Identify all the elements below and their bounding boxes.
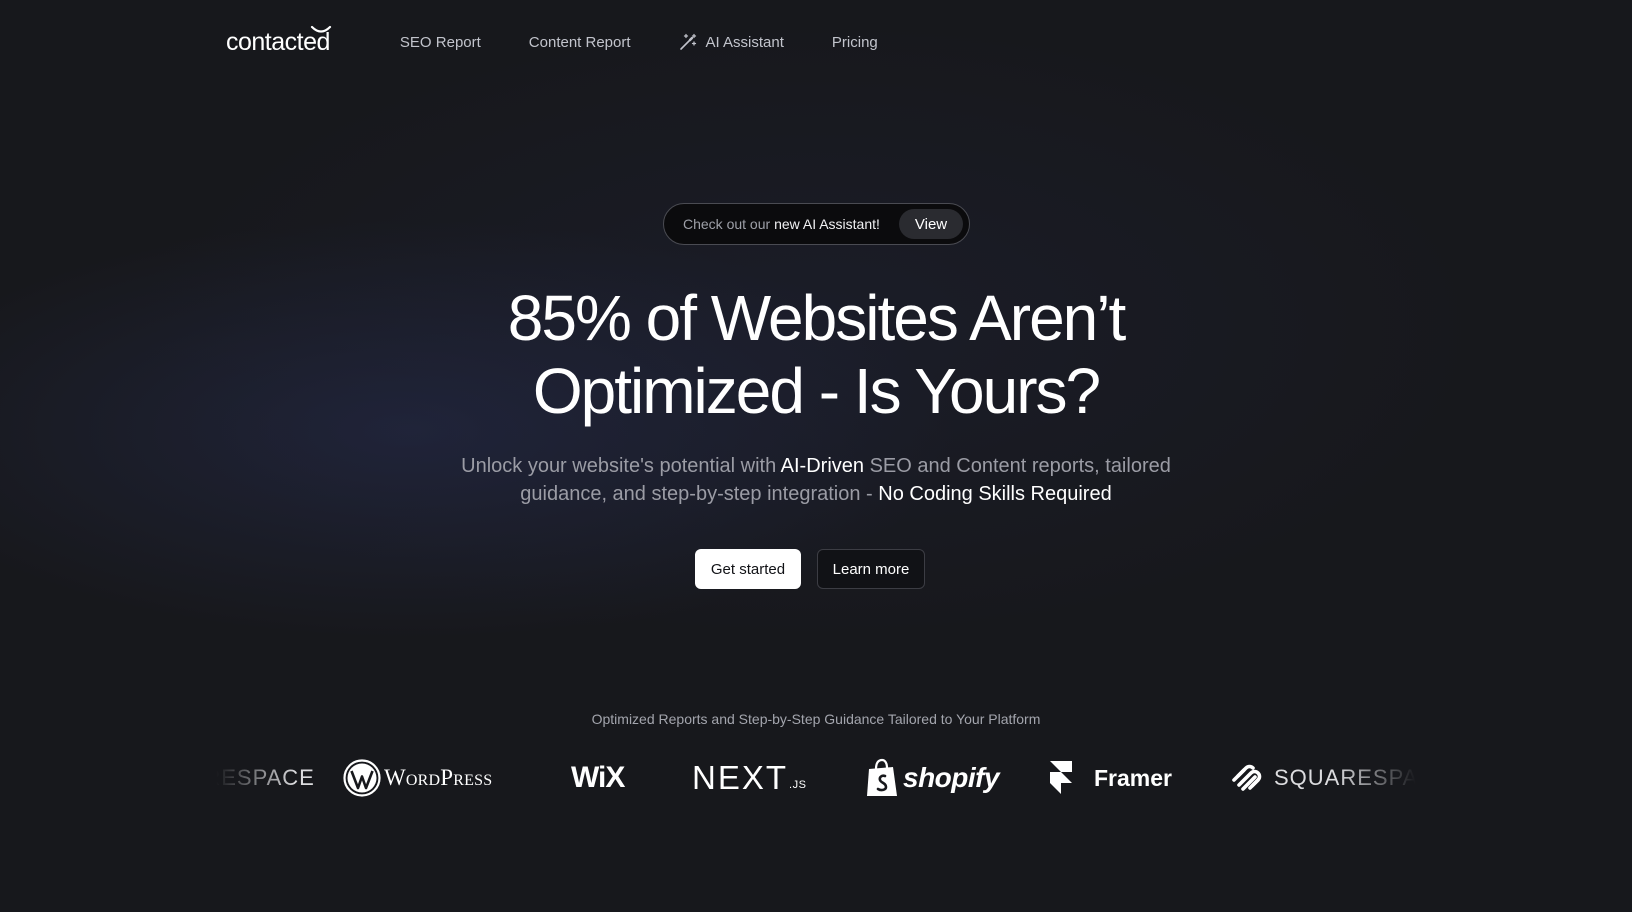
get-started-button[interactable]: Get started xyxy=(695,549,801,589)
framer-icon xyxy=(1050,761,1072,794)
nav-pricing[interactable]: Pricing xyxy=(832,34,878,51)
shopify-logo-text: shopify xyxy=(903,762,1000,793)
shopify-logo: shopify xyxy=(865,748,1000,808)
squarespace-logo-right-text: SQUARESPACE xyxy=(1274,765,1416,790)
nav-ai-assistant[interactable]: AI Assistant xyxy=(679,33,784,51)
hero-subtitle: Unlock your website's potential with AI-… xyxy=(416,452,1216,508)
framer-logo: Framer xyxy=(1048,748,1172,808)
nav-seo-report-label: SEO Report xyxy=(399,33,481,51)
announcement-text: Check out our new AI Assistant! xyxy=(683,216,880,232)
hero-sub-part1: Unlock your website's potential with xyxy=(461,455,781,477)
nav-pricing-label: Pricing xyxy=(831,33,878,51)
hero-title: 85% of Websites Aren’t Optimized - Is Yo… xyxy=(0,282,1632,428)
nextjs-logo-suffix: .JS xyxy=(789,779,807,791)
contacted-logo[interactable]: contacted xyxy=(226,25,352,57)
top-nav: contacted SEO Report Content Report AI A… xyxy=(226,22,926,62)
shopify-bag-icon xyxy=(867,758,897,796)
squarespace-logo-left-text: SQUARESPACE xyxy=(216,765,315,790)
hero-sub-em2: No Coding Skills Required xyxy=(878,483,1112,505)
platforms-caption: Optimized Reports and Step-by-Step Guida… xyxy=(591,711,1041,727)
nav-seo-report[interactable]: SEO Report xyxy=(400,34,481,51)
squarespace-logo-right: SQUARESPACE xyxy=(1230,748,1416,808)
framer-logo-text: Framer xyxy=(1094,764,1172,791)
announcement-view-button[interactable]: View xyxy=(899,209,963,239)
landing-page: contacted SEO Report Content Report AI A… xyxy=(0,0,1632,912)
nextjs-logo-text: NEXT xyxy=(692,759,789,796)
nav-content-report[interactable]: Content Report xyxy=(529,34,631,51)
logo-smile-icon xyxy=(310,25,332,33)
wix-logo: WiX xyxy=(571,748,625,808)
announcement-pill[interactable]: Check out our new AI Assistant! View xyxy=(663,203,970,245)
nav-content-report-label: Content Report xyxy=(528,33,631,51)
learn-more-button[interactable]: Learn more xyxy=(817,549,925,589)
hero-title-line2: Optimized - Is Yours? xyxy=(532,355,1101,427)
nav-ai-assistant-label: AI Assistant xyxy=(705,33,784,51)
announcement-prefix: Check out our xyxy=(683,216,775,232)
wix-logo-text: WiX xyxy=(571,761,625,794)
wordpress-icon xyxy=(343,759,381,797)
hero-sub-em1: AI-Driven xyxy=(780,455,865,477)
hero-title-line1: 85% of Websites Aren’t xyxy=(507,282,1126,354)
cta-group: Get started Learn more xyxy=(0,549,1632,589)
announcement-highlight: new AI Assistant! xyxy=(774,216,880,232)
nextjs-logo: NEXT .JS xyxy=(692,748,806,808)
magic-wand-icon xyxy=(679,33,696,50)
squarespace-icon xyxy=(1232,764,1262,791)
wordpress-logo-text: WordPress xyxy=(384,765,493,790)
squarespace-logo-left: SQUARESPACE xyxy=(216,748,315,808)
platform-logos-marquee: SQUARESPACE WordPress WiX NEXT .JS xyxy=(216,748,1416,808)
wordpress-logo: WordPress xyxy=(343,748,492,808)
